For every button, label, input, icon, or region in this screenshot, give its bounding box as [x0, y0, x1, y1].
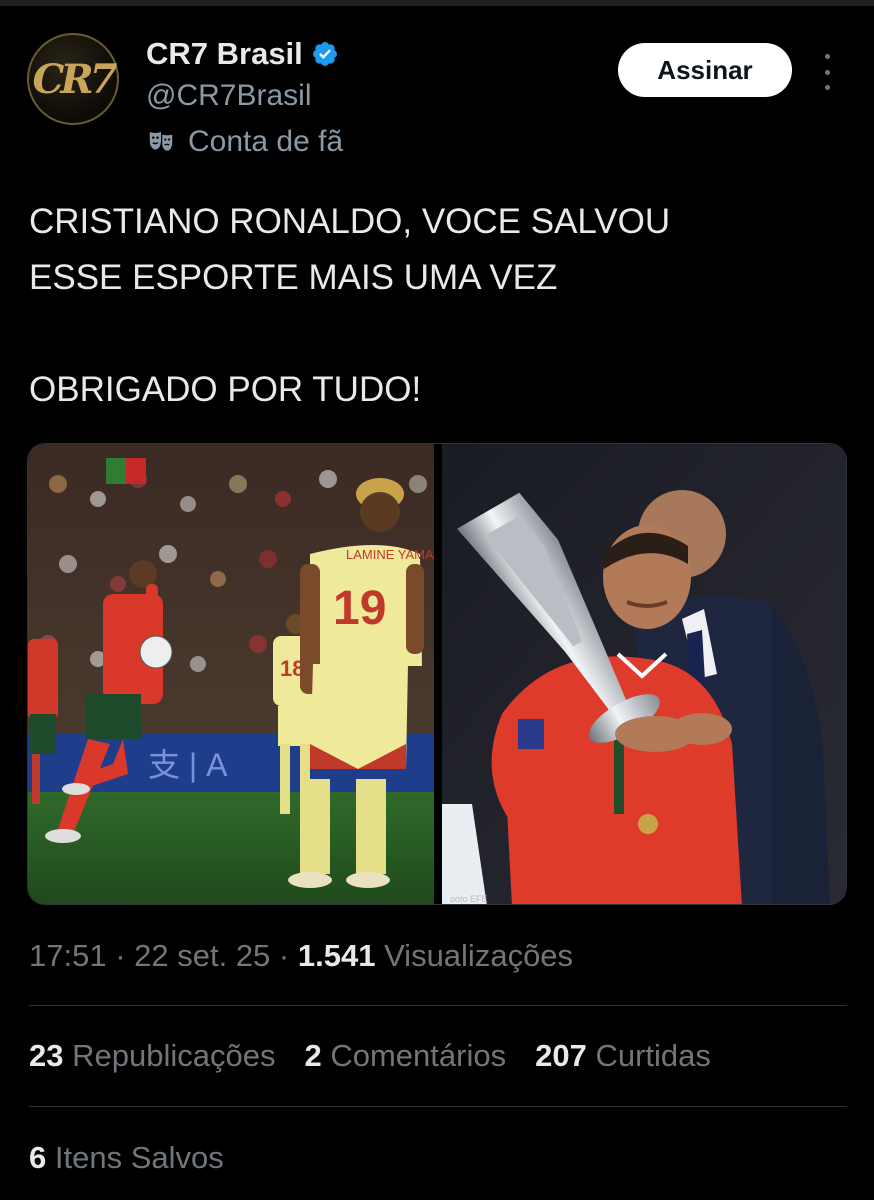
tweet-time[interactable]: 17:51 — [29, 938, 107, 973]
divider — [29, 1106, 847, 1107]
tweet-meta: 17:51 · 22 set. 25 · 1.541 Visualizações — [29, 938, 574, 973]
views-count: 1.541 — [297, 938, 376, 973]
verified-badge-icon — [312, 42, 337, 66]
subscribe-button[interactable]: Assinar — [618, 43, 792, 97]
tweet-line: CRISTIANO RONALDO, VOCE SALVOU — [29, 202, 671, 241]
views-label: Visualizações — [384, 938, 574, 973]
tweet-line: OBRIGADO POR TUDO! — [29, 370, 422, 409]
svg-text:ooto EFE: ooto EFE — [450, 894, 488, 904]
avatar[interactable]: CR7 — [27, 33, 119, 125]
engagement-stats: 23 Republicações 2 Comentários 207 Curti… — [29, 1038, 740, 1074]
player-jersey-name: LAMINE YAMAL — [346, 547, 434, 562]
media-divider — [434, 444, 442, 904]
media-grid: 支 | A 18 LAMINE YAMAL 19 ooto EFE — [27, 443, 847, 905]
likes-stat[interactable]: 207 Curtidas — [535, 1038, 711, 1074]
media-image-football-match[interactable]: 支 | A 18 LAMINE YAMAL 19 — [28, 444, 434, 904]
tweet-date[interactable]: 22 set. 25 — [134, 938, 270, 973]
reposts-stat[interactable]: 23 Republicações — [29, 1038, 275, 1074]
divider — [29, 1005, 847, 1006]
player-jersey-number: 19 — [333, 582, 386, 635]
display-name[interactable]: CR7 Brasil — [146, 36, 303, 72]
tweet-line: ESSE ESPORTE MAIS UMA VEZ — [29, 258, 558, 297]
avatar-logo: CR7 — [32, 55, 118, 103]
saved-stat[interactable]: 6 Itens Salvos — [29, 1140, 224, 1176]
tweet-text: CRISTIANO RONALDO, VOCE SALVOU ESSE ESPO… — [29, 194, 849, 418]
theater-mask-icon — [149, 132, 173, 151]
display-name-row[interactable]: CR7 Brasil — [146, 36, 339, 72]
media-image-trophy[interactable]: ooto EFE — [442, 444, 846, 904]
trophy-photo: ooto EFE — [442, 444, 846, 904]
fan-account-label-row: Conta de fã — [146, 125, 343, 159]
account-handle[interactable]: @CR7Brasil — [146, 79, 311, 113]
fan-account-label: Conta de fã — [188, 125, 344, 158]
comments-stat[interactable]: 2 Comentários — [304, 1038, 506, 1074]
football-match-photo: 支 | A 18 LAMINE YAMAL 19 — [28, 444, 434, 904]
more-vertical-icon[interactable] — [812, 54, 842, 90]
top-divider — [0, 0, 874, 6]
svg-text:支 | A: 支 | A — [148, 747, 228, 783]
